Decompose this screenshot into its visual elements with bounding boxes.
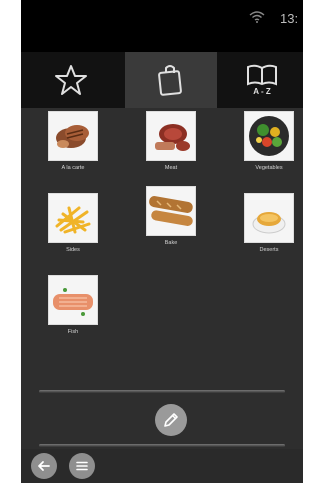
divider	[39, 444, 285, 447]
steak-icon	[48, 111, 98, 161]
wifi-icon	[249, 11, 265, 23]
arrow-left-icon	[38, 461, 50, 471]
status-time: 13:	[280, 11, 299, 26]
category-label: Deserts	[259, 247, 279, 253]
meat-icon	[146, 111, 196, 161]
category-vegetables[interactable]: Vegetables	[241, 111, 297, 171]
divider	[39, 390, 285, 393]
category-label: Vegetables	[255, 165, 283, 171]
back-button[interactable]	[31, 453, 57, 479]
menu-button[interactable]	[69, 453, 95, 479]
app-screen: 13: A - Z A la carte Meat Vegetables Sid…	[21, 0, 303, 483]
edit-button[interactable]	[155, 404, 187, 436]
category-label: A la carte	[61, 165, 85, 171]
category-sides[interactable]: Sides	[45, 193, 101, 253]
tab-categories[interactable]	[125, 52, 217, 108]
category-fish[interactable]: Fish	[45, 275, 101, 335]
category-grid: A la carte Meat Vegetables Sides Bake De…	[21, 108, 303, 392]
shopping-bag-icon	[158, 65, 182, 96]
category-meat[interactable]: Meat	[143, 111, 199, 171]
star-icon	[55, 65, 87, 95]
bottom-bar	[21, 449, 303, 483]
pencil-icon	[164, 413, 178, 427]
fries-icon	[48, 193, 98, 243]
status-bar: 13:	[21, 0, 303, 52]
tab-favorites[interactable]	[21, 52, 121, 108]
category-a-la-carte[interactable]: A la carte	[45, 111, 101, 171]
category-label: Fish	[67, 329, 79, 335]
dessert-icon	[244, 193, 294, 243]
menu-icon	[76, 461, 88, 471]
tab-bar: A - Z	[21, 52, 303, 108]
category-label: Bake	[164, 240, 178, 246]
category-bake[interactable]: Bake	[143, 186, 199, 246]
tab-a-z[interactable]: A - Z	[221, 52, 303, 108]
a-z-label: A - Z	[253, 87, 271, 96]
bread-icon	[146, 186, 196, 236]
book-a-z-icon	[247, 64, 277, 86]
category-label: Meat	[164, 165, 178, 171]
category-deserts[interactable]: Deserts	[241, 193, 297, 253]
fish-icon	[48, 275, 98, 325]
category-label: Sides	[66, 247, 80, 253]
vegetables-icon	[244, 111, 294, 161]
